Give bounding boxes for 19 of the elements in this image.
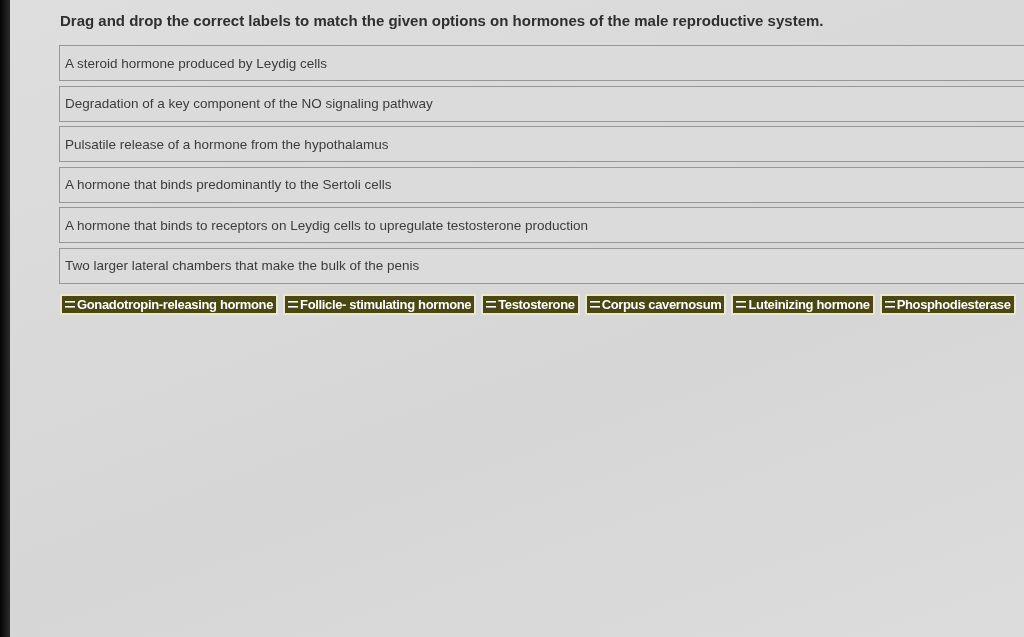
match-row[interactable]: A hormone that binds to receptors on Leydig cells to upregulate testosterone production bbox=[59, 207, 1024, 243]
drag-handle-icon bbox=[589, 300, 600, 308]
drag-handle-icon bbox=[736, 300, 747, 308]
match-row[interactable]: Pulsatile release of a hormone from the hypothalamus bbox=[59, 126, 1024, 162]
match-row[interactable]: A hormone that binds predominantly to the Sertoli cells bbox=[59, 166, 1024, 203]
draggable-label[interactable]: Follicle- stimulating hormone bbox=[283, 293, 477, 315]
drag-handle-icon bbox=[288, 300, 299, 308]
drag-handle-icon bbox=[884, 300, 895, 308]
draggable-label[interactable]: Corpus cavernosum bbox=[584, 293, 727, 315]
match-row[interactable]: A steroid hormone produced by Leydig cells bbox=[59, 45, 1024, 81]
match-row[interactable]: Degradation of a key component of the NO signaling pathway bbox=[59, 85, 1024, 122]
draggable-label[interactable]: Testosterone bbox=[481, 293, 580, 315]
draggable-label[interactable]: Gonadotropin-releasing hormone bbox=[60, 293, 279, 315]
draggable-label[interactable]: Phosphodiesterase bbox=[879, 293, 1016, 315]
match-row[interactable]: Two larger lateral chambers that make the bulk of the penis bbox=[59, 247, 1024, 284]
instruction-text: Drag and drop the correct labels to match the given options on hormones of the male reproductive system. bbox=[60, 12, 825, 29]
draggable-label[interactable]: Luteinizing hormone bbox=[731, 293, 875, 315]
drag-handle-icon bbox=[65, 300, 75, 308]
drag-handle-icon bbox=[486, 300, 497, 308]
